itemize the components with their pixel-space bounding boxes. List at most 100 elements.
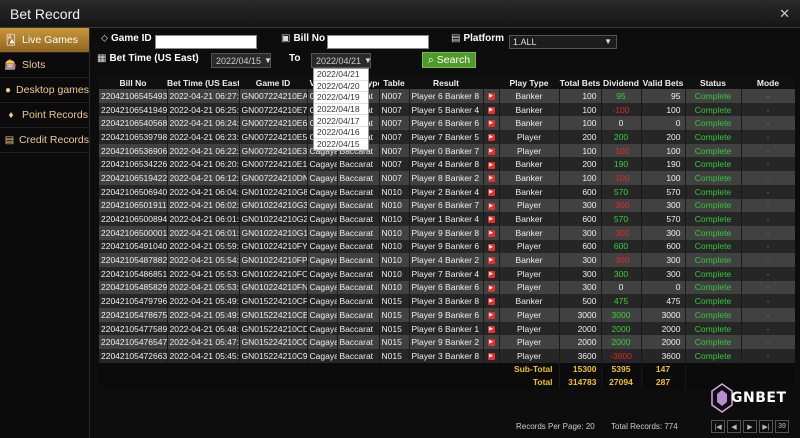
replay-cell[interactable]: ▶ xyxy=(483,321,500,336)
replay-icon[interactable]: ▶ xyxy=(487,134,495,142)
subtotal-row: Sub-Total 15300 5395 147 xyxy=(99,362,795,376)
table-row[interactable]: 2204210547266392022-04-21 05:45:47GN0152… xyxy=(99,349,795,363)
table-row[interactable]: 2204210651942262022-04-21 06:12:07GN0072… xyxy=(99,171,795,185)
table-row[interactable]: 2204210548582912022-04-21 05:53:01GN0102… xyxy=(99,280,795,295)
replay-icon[interactable]: ▶ xyxy=(487,312,495,320)
replay-cell[interactable]: ▶ xyxy=(483,102,500,117)
table-row[interactable]: 2204210650089482022-04-21 06:01:37GN0102… xyxy=(99,212,795,226)
table-cell: 2022-04-21 05:45:47 xyxy=(167,349,240,363)
search-button[interactable]: ⌕ Search xyxy=(422,52,476,68)
sidebar-item-slots[interactable]: 🎰 Slots xyxy=(0,53,89,78)
table-row[interactable]: 2204210547758912022-04-21 05:48:24GN0152… xyxy=(99,321,795,336)
from-date-select[interactable]: 2022/04/15 ▼ xyxy=(211,53,272,68)
replay-cell[interactable]: ▶ xyxy=(483,198,500,213)
date-option[interactable]: 2022/04/15 xyxy=(314,139,368,151)
table-row[interactable]: 2204210548685112022-04-21 05:53:34GN0102… xyxy=(99,266,795,281)
table-row[interactable]: 2204210650694012022-04-21 06:04:51GN0102… xyxy=(99,184,795,199)
replay-cell[interactable]: ▶ xyxy=(483,280,500,295)
replay-icon[interactable]: ▶ xyxy=(487,120,495,128)
replay-icon[interactable]: ▶ xyxy=(487,271,495,279)
date-option[interactable]: 2022/04/19 xyxy=(314,92,368,104)
sidebar-item-desktop-games[interactable]: ● Desktop games xyxy=(0,78,89,103)
table-cell: 2022-04-21 06:25:21 xyxy=(167,102,240,117)
replay-cell[interactable]: ▶ xyxy=(483,308,500,322)
table-cell: Cagayan xyxy=(307,171,338,185)
table-row[interactable]: 2204210548788272022-04-21 05:54:10GN0102… xyxy=(99,253,795,267)
table-row[interactable]: 2204210654194972022-04-21 06:25:21GN0072… xyxy=(99,102,795,117)
date-option[interactable]: 2022/04/17 xyxy=(314,115,368,127)
date-option[interactable]: 2022/04/20 xyxy=(314,81,368,93)
replay-cell[interactable]: ▶ xyxy=(483,89,500,103)
replay-cell[interactable]: ▶ xyxy=(483,225,500,240)
replay-cell[interactable]: ▶ xyxy=(483,171,500,185)
replay-cell[interactable]: ▶ xyxy=(483,116,500,131)
replay-cell[interactable]: ▶ xyxy=(483,294,500,308)
table-cell: 2022-04-21 05:47:49 xyxy=(167,335,240,350)
replay-icon[interactable]: ▶ xyxy=(487,188,495,196)
replay-cell[interactable]: ▶ xyxy=(483,349,500,363)
table-cell: Baccarat xyxy=(337,198,380,213)
pager-button[interactable]: 39 xyxy=(775,420,789,433)
replay-cell[interactable]: ▶ xyxy=(483,184,500,199)
replay-icon[interactable]: ▶ xyxy=(487,353,495,361)
table-row[interactable]: 2204210547979612022-04-21 05:49:38GN0152… xyxy=(99,294,795,308)
replay-icon[interactable]: ▶ xyxy=(487,202,495,210)
game-id-input[interactable] xyxy=(155,35,257,49)
table-cell: Player 9 Banker 6 xyxy=(409,308,484,322)
replay-cell[interactable]: ▶ xyxy=(483,143,500,158)
replay-icon[interactable]: ▶ xyxy=(487,147,495,155)
replay-cell[interactable]: ▶ xyxy=(483,335,500,350)
pager-button[interactable]: ◀ xyxy=(727,420,741,433)
table-cell: Player 9 Banker 8 xyxy=(409,225,484,240)
replay-icon[interactable]: ▶ xyxy=(487,243,495,251)
sidebar-item-point-records[interactable]: ♦ Point Records xyxy=(0,103,89,128)
replay-icon[interactable]: ▶ xyxy=(487,161,495,169)
table-row[interactable]: 2204210547867502022-04-21 05:49:00GN0152… xyxy=(99,308,795,322)
date-option[interactable]: 2022/04/21 xyxy=(314,69,368,81)
replay-cell[interactable]: ▶ xyxy=(483,157,500,172)
close-icon[interactable]: ✕ xyxy=(779,6,790,22)
replay-icon[interactable]: ▶ xyxy=(487,106,495,114)
replay-cell[interactable]: ▶ xyxy=(483,239,500,254)
replay-cell[interactable]: ▶ xyxy=(483,253,500,267)
replay-icon[interactable]: ▶ xyxy=(487,298,495,306)
sidebar-item-credit-records[interactable]: ▤ Credit Records xyxy=(0,128,89,153)
table-row[interactable]: 2204210653690612022-04-21 06:22:26GN0072… xyxy=(99,143,795,158)
replay-icon[interactable]: ▶ xyxy=(487,229,495,237)
clipboard-icon: ▣ xyxy=(281,33,291,44)
replay-icon[interactable]: ▶ xyxy=(487,216,495,224)
table-cell: Player xyxy=(499,198,560,213)
table-cell: Cagayan xyxy=(307,280,338,295)
table-cell: 100 xyxy=(559,102,602,117)
pager-button[interactable]: ▶| xyxy=(759,420,773,433)
platform-select[interactable]: 1.ALL ▼ xyxy=(509,35,617,49)
replay-icon[interactable]: ▶ xyxy=(487,339,495,347)
table-row[interactable]: 2204210549104042022-04-21 05:59:24GN0102… xyxy=(99,239,795,254)
total-row-valid-bets: 287 xyxy=(641,375,686,389)
replay-cell[interactable]: ▶ xyxy=(483,212,500,226)
pager-button[interactable]: |◀ xyxy=(711,420,725,433)
table-cell: Baccarat xyxy=(337,157,380,172)
date-option[interactable]: 2022/04/16 xyxy=(314,127,368,139)
replay-cell[interactable]: ▶ xyxy=(483,266,500,281)
pager-button[interactable]: ▶ xyxy=(743,420,757,433)
replay-icon[interactable]: ▶ xyxy=(487,284,495,292)
table-row[interactable]: 2204210654056832022-04-21 06:24:35GN0072… xyxy=(99,116,795,131)
bill-no-input[interactable] xyxy=(327,35,429,49)
table-row[interactable]: 2204210650191182022-04-21 06:02:09GN0102… xyxy=(99,198,795,213)
table-row[interactable]: 2204210654549382022-04-21 06:27:32GN0072… xyxy=(99,89,795,103)
replay-icon[interactable]: ▶ xyxy=(487,325,495,333)
replay-cell[interactable]: ▶ xyxy=(483,130,500,144)
to-date-select[interactable]: 2022/04/21 ▼ xyxy=(311,53,372,68)
table-cell: - xyxy=(741,308,795,322)
table-row[interactable]: 2204210653979872022-04-21 06:23:51GN0072… xyxy=(99,130,795,144)
table-cell: Baccarat xyxy=(337,335,380,350)
table-row[interactable]: 2204210650000162022-04-21 06:01:07GN0102… xyxy=(99,225,795,240)
sidebar-item-live-games[interactable]: 🂡 Live Games xyxy=(0,28,89,53)
replay-icon[interactable]: ▶ xyxy=(487,175,495,183)
table-row[interactable]: 2204210547654772022-04-21 05:47:49GN0152… xyxy=(99,335,795,350)
table-row[interactable]: 2204210653422632022-04-21 06:20:51GN0072… xyxy=(99,157,795,172)
replay-icon[interactable]: ▶ xyxy=(487,93,495,101)
replay-icon[interactable]: ▶ xyxy=(487,257,495,265)
date-option[interactable]: 2022/04/18 xyxy=(314,104,368,116)
